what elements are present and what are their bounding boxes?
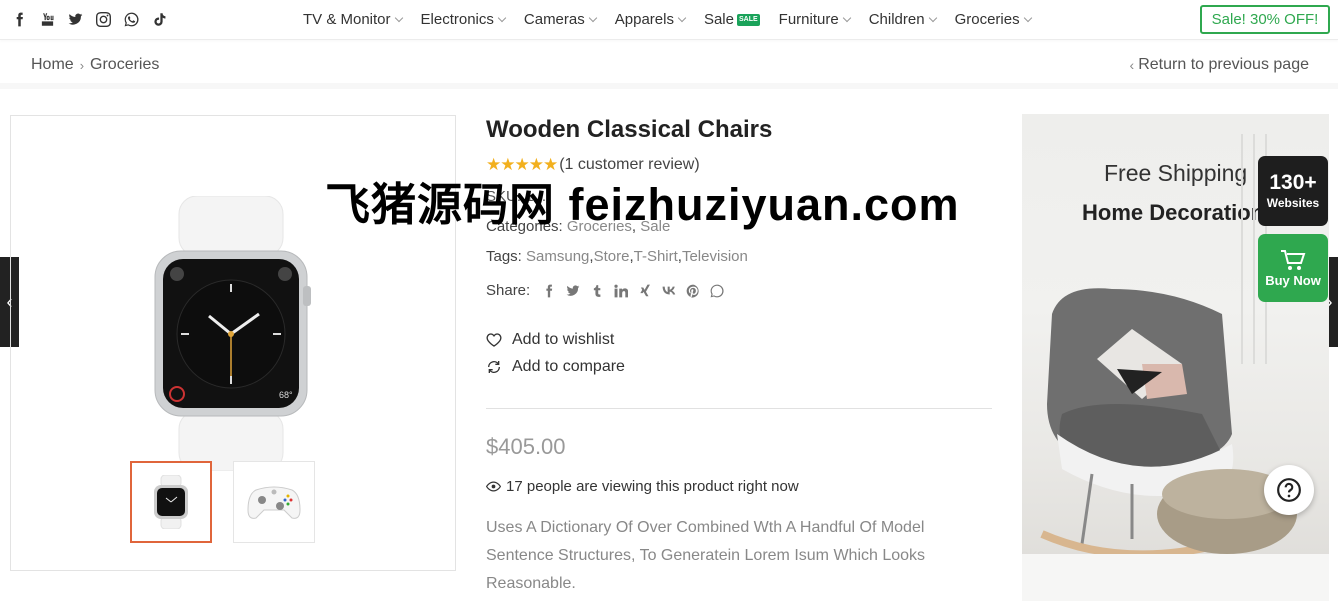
twitter-icon[interactable] <box>566 284 580 298</box>
nav-label: Sale <box>703 11 734 28</box>
nav-groceries[interactable]: Groceries <box>954 11 1032 28</box>
tags-label: Tags: <box>486 248 522 265</box>
xing-icon[interactable] <box>638 284 652 298</box>
chevron-down-icon <box>1023 13 1032 23</box>
chevron-down-icon <box>928 13 937 23</box>
compare-label: Add to compare <box>512 358 625 375</box>
product-tags: Tags: Samsung,Store,T-Shirt,Television <box>486 248 748 265</box>
product-share: Share: <box>486 282 724 299</box>
add-to-wishlist-button[interactable]: Add to wishlist <box>486 331 614 349</box>
nav-label: Furniture <box>778 11 839 28</box>
websites-count: 130+ <box>1269 171 1317 194</box>
eye-icon <box>486 481 501 492</box>
top-header: TV & Monitor Electronics Cameras Apparel… <box>0 0 1338 40</box>
product-description: Uses A Dictionary Of Over Combined Wth A… <box>486 519 926 592</box>
vk-icon[interactable] <box>662 284 676 298</box>
twitter-icon[interactable] <box>66 10 84 28</box>
whatsapp-icon[interactable] <box>122 10 140 28</box>
thumbnail-controller[interactable] <box>233 461 315 543</box>
watermark-text: 飞猪源码网 feizhuziyuan.com <box>325 179 960 230</box>
product-price: $405.00 <box>486 434 566 459</box>
chevron-down-icon <box>394 13 403 23</box>
tag-link-tshirt[interactable]: T-Shirt <box>634 248 678 265</box>
viewers-text: 17 people are viewing this product right… <box>506 478 799 495</box>
add-to-compare-button[interactable]: Add to compare <box>486 358 625 376</box>
chevron-right-icon: › <box>79 57 85 73</box>
facebook-icon[interactable] <box>542 284 556 298</box>
nav-cameras[interactable]: Cameras <box>523 11 597 28</box>
chevron-down-icon <box>677 13 687 23</box>
cart-icon <box>1281 249 1306 270</box>
divider <box>486 408 992 409</box>
breadcrumb-home[interactable]: Home <box>31 56 74 74</box>
breadcrumb-bar: Home › Groceries ‹ Return to previous pa… <box>0 41 1338 89</box>
nav-label: Cameras <box>523 11 585 28</box>
controller-thumbnail-image <box>247 486 301 519</box>
main-navigation: TV & Monitor Electronics Cameras Apparel… <box>303 11 1050 28</box>
chevron-down-icon <box>842 13 851 23</box>
nav-label: Children <box>868 11 925 28</box>
pinterest-icon[interactable] <box>686 284 700 298</box>
compare-refresh-icon <box>488 361 500 373</box>
banner-floor <box>1022 554 1329 601</box>
wishlist-label: Add to wishlist <box>512 331 615 348</box>
websites-label: Websites <box>1266 196 1320 210</box>
nav-apparels[interactable]: Apparels <box>614 11 687 28</box>
watch-thumbnail-image <box>154 475 188 529</box>
sale-promo-button[interactable]: Sale! 30% OFF! <box>1200 5 1330 34</box>
svg-text:68°: 68° <box>279 390 293 400</box>
sale-badge: SALE <box>736 13 760 26</box>
websites-count-badge[interactable]: 130+ Websites <box>1258 156 1328 226</box>
help-button[interactable] <box>1264 465 1314 515</box>
tag-link-television[interactable]: Television <box>682 248 748 265</box>
heart-icon <box>486 333 502 347</box>
tag-link-samsung[interactable]: Samsung <box>526 248 589 265</box>
buy-now-button[interactable]: Buy Now <box>1258 234 1328 302</box>
nav-label: Groceries <box>954 11 1020 28</box>
thumbnail-watch[interactable] <box>130 461 212 543</box>
nav-electronics[interactable]: Electronics <box>420 11 507 28</box>
live-viewers: 17 people are viewing this product right… <box>486 478 799 495</box>
facebook-icon[interactable] <box>10 10 28 28</box>
social-links <box>10 10 168 28</box>
question-icon <box>1277 478 1301 502</box>
nav-label: TV & Monitor <box>303 11 391 28</box>
breadcrumb-groceries[interactable]: Groceries <box>90 56 159 74</box>
product-title: Wooden Classical Chairs <box>486 116 773 143</box>
share-label: Share: <box>486 282 531 299</box>
return-previous-label: Return to previous page <box>1138 56 1309 73</box>
nav-children[interactable]: Children <box>868 11 937 28</box>
tag-link-store[interactable]: Store <box>594 248 630 265</box>
linkedin-icon[interactable] <box>614 284 629 298</box>
nav-label: Electronics <box>420 11 494 28</box>
buy-now-label: Buy Now <box>1265 272 1321 288</box>
chevron-down-icon <box>588 13 597 23</box>
nav-label: Apparels <box>614 11 674 28</box>
nav-sale[interactable]: Sale SALE <box>704 11 760 28</box>
return-previous-link[interactable]: ‹ Return to previous page <box>1130 56 1309 74</box>
breadcrumb: Home › Groceries <box>31 56 159 74</box>
tumblr-icon[interactable] <box>590 284 604 298</box>
nav-tv-monitor[interactable]: TV & Monitor <box>303 11 403 28</box>
whatsapp-icon[interactable] <box>710 284 724 298</box>
chevron-left-icon: ‹ <box>1129 57 1135 73</box>
tiktok-icon[interactable] <box>150 10 168 28</box>
nav-furniture[interactable]: Furniture <box>778 11 851 28</box>
instagram-icon[interactable] <box>94 10 112 28</box>
product-main-image[interactable]: 68° <box>141 196 321 471</box>
chevron-down-icon <box>497 13 507 23</box>
youtube-icon[interactable] <box>38 10 56 28</box>
